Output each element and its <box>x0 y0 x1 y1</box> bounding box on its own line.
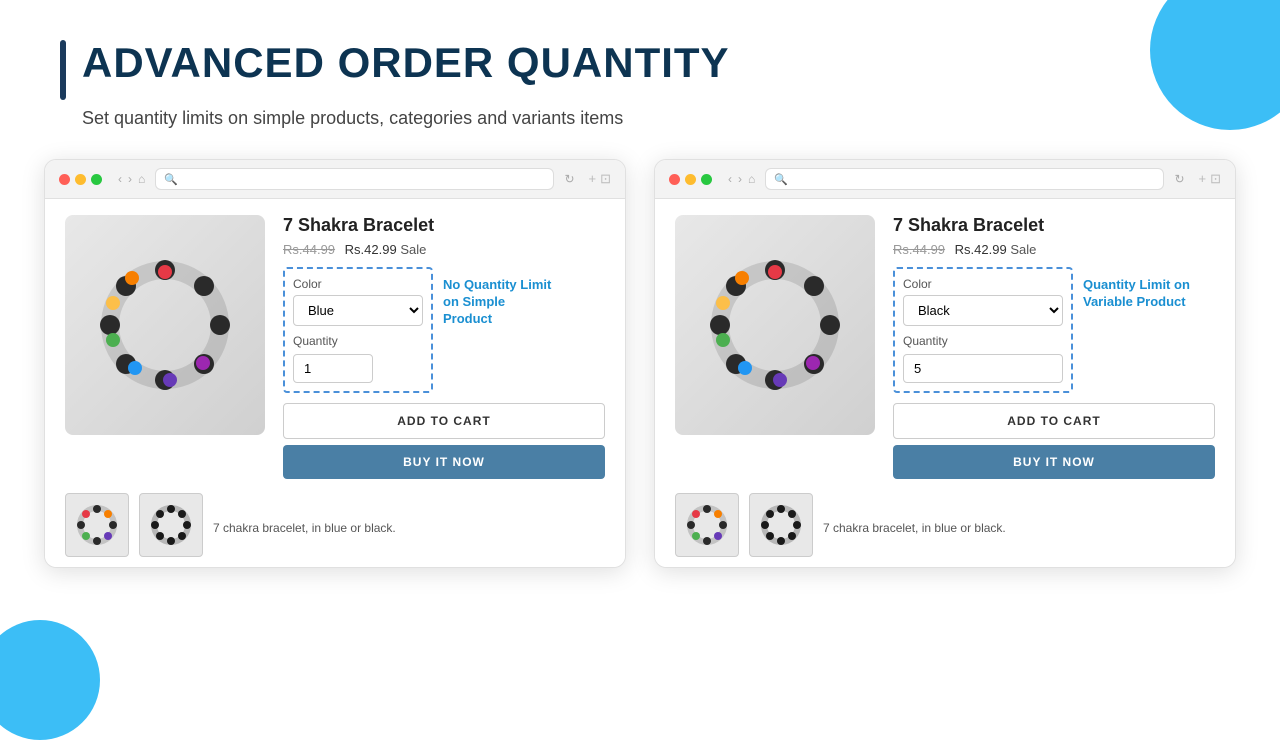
search-icon-2: 🔍 <box>774 173 788 186</box>
browser-addressbar-1[interactable]: 🔍 <box>155 168 554 190</box>
product-name-2: 7 Shakra Bracelet <box>893 215 1215 236</box>
product-image-2 <box>675 215 875 435</box>
color-select-2[interactable]: Blue Black <box>903 295 1063 326</box>
thumbnail-2a[interactable] <box>675 493 739 557</box>
forward-icon-2[interactable]: › <box>738 172 742 186</box>
product-info-2: 7 Shakra Bracelet Rs.44.99 Rs.42.99 Sale… <box>893 215 1215 479</box>
browser-nav-2: ‹ › ⌂ <box>728 172 755 186</box>
annotation-box-1: Color Blue Black Quantity <box>283 267 433 393</box>
color-label-2: Color <box>903 277 1063 291</box>
browser-dots-1 <box>59 174 102 185</box>
product-price-1: Rs.44.99 Rs.42.99 Sale <box>283 242 605 257</box>
header: ADVANCED ORDER QUANTITY Set quantity lim… <box>0 0 1280 149</box>
product-main-1: 7 Shakra Bracelet Rs.44.99 Rs.42.99 Sale… <box>65 215 605 479</box>
add-cart-button-2[interactable]: ADD TO CART <box>893 403 1215 439</box>
dot-red-2[interactable] <box>669 174 680 185</box>
product-desc-1: 7 chakra bracelet, in blue or black. <box>213 521 396 535</box>
thumbnails-row-2: 7 chakra bracelet, in blue or black. <box>675 493 1215 557</box>
quantity-section-2: Quantity <box>903 334 1063 383</box>
reload-icon-2[interactable]: ↻ <box>1174 172 1184 186</box>
price-sale-label-1: Sale <box>400 242 426 257</box>
dot-yellow-1[interactable] <box>75 174 86 185</box>
browser-toolbar-actions-1: + ⊡ <box>589 171 612 187</box>
annotation-box-2: Color Blue Black Quantity <box>893 267 1073 393</box>
quantity-label-2: Quantity <box>903 334 1063 348</box>
home-icon-2[interactable]: ⌂ <box>748 172 755 186</box>
annotation-label-2: Quantity Limit on Variable Product <box>1083 277 1203 311</box>
forward-icon[interactable]: › <box>128 172 132 186</box>
thumbnail-2b[interactable] <box>749 493 813 557</box>
browser-nav-1: ‹ › ⌂ <box>118 172 145 186</box>
color-select-1[interactable]: Blue Black <box>293 295 423 326</box>
dot-green-1[interactable] <box>91 174 102 185</box>
back-icon-2[interactable]: ‹ <box>728 172 732 186</box>
browser-toolbar-2: ‹ › ⌂ 🔍 ↻ + ⊡ <box>655 160 1235 199</box>
new-tab-icon-2[interactable]: + <box>1199 171 1207 187</box>
price-sale-label-2: Sale <box>1010 242 1036 257</box>
dot-green-2[interactable] <box>701 174 712 185</box>
dot-red-1[interactable] <box>59 174 70 185</box>
buy-now-button-2[interactable]: BUY IT NOW <box>893 445 1215 479</box>
product-info-1: 7 Shakra Bracelet Rs.44.99 Rs.42.99 Sale… <box>283 215 605 479</box>
new-tab-icon[interactable]: + <box>589 171 597 187</box>
price-original-2: Rs.44.99 <box>893 242 945 257</box>
page-subtitle: Set quantity limits on simple products, … <box>82 108 1220 129</box>
lock-icon: 🔍 <box>164 173 178 186</box>
home-icon[interactable]: ⌂ <box>138 172 145 186</box>
price-original-1: Rs.44.99 <box>283 242 335 257</box>
browser-toolbar-actions-2: + ⊡ <box>1199 171 1222 187</box>
bg-decoration-bottom-left <box>0 620 100 740</box>
thumbnail-1a[interactable] <box>65 493 129 557</box>
quantity-input-1[interactable] <box>293 354 373 383</box>
browser-addressbar-2[interactable]: 🔍 <box>765 168 1164 190</box>
thumbnail-1b[interactable] <box>139 493 203 557</box>
page-title: ADVANCED ORDER QUANTITY <box>82 40 730 100</box>
menu-icon-2[interactable]: ⊡ <box>1210 171 1221 187</box>
browser-window-2: ‹ › ⌂ 🔍 ↻ + ⊡ <box>654 159 1236 568</box>
browser-window-1: ‹ › ⌂ 🔍 ↻ + ⊡ <box>44 159 626 568</box>
product-image-1 <box>65 215 265 435</box>
thumbnails-row-1: 7 chakra bracelet, in blue or black. <box>65 493 605 557</box>
quantity-label-1: Quantity <box>293 334 423 348</box>
product-page-1: 7 Shakra Bracelet Rs.44.99 Rs.42.99 Sale… <box>45 199 625 567</box>
browsers-container: ‹ › ⌂ 🔍 ↻ + ⊡ <box>0 159 1280 568</box>
color-label-1: Color <box>293 277 423 291</box>
quantity-section-1: Quantity <box>293 334 423 383</box>
quantity-input-2[interactable] <box>903 354 1063 383</box>
dot-yellow-2[interactable] <box>685 174 696 185</box>
browser-toolbar-1: ‹ › ⌂ 🔍 ↻ + ⊡ <box>45 160 625 199</box>
product-price-2: Rs.44.99 Rs.42.99 Sale <box>893 242 1215 257</box>
menu-icon[interactable]: ⊡ <box>600 171 611 187</box>
back-icon[interactable]: ‹ <box>118 172 122 186</box>
product-page-2: 7 Shakra Bracelet Rs.44.99 Rs.42.99 Sale… <box>655 199 1235 567</box>
price-sale-2: Rs.42.99 <box>955 242 1007 257</box>
add-cart-button-1[interactable]: ADD TO CART <box>283 403 605 439</box>
product-main-2: 7 Shakra Bracelet Rs.44.99 Rs.42.99 Sale… <box>675 215 1215 479</box>
browser-dots-2 <box>669 174 712 185</box>
product-desc-2: 7 chakra bracelet, in blue or black. <box>823 521 1006 535</box>
buy-now-button-1[interactable]: BUY IT NOW <box>283 445 605 479</box>
header-bar <box>60 40 66 100</box>
annotation-label-1: No Quantity Limit on Simple Product <box>443 277 553 328</box>
product-name-1: 7 Shakra Bracelet <box>283 215 605 236</box>
price-sale-1: Rs.42.99 <box>345 242 397 257</box>
reload-icon-1[interactable]: ↻ <box>564 172 574 186</box>
